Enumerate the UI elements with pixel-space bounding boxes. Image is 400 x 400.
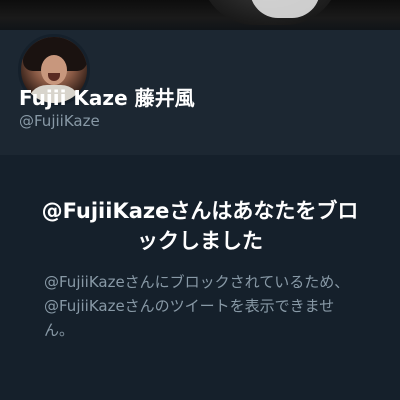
user-handle: @FujiiKaze bbox=[19, 112, 100, 130]
display-name: Fujii Kaze 藤井風 bbox=[19, 86, 195, 110]
profile-screen: Fujii Kaze 藤井風 @FujiiKaze @FujiiKazeさんはあ… bbox=[0, 0, 400, 400]
profile-header: Fujii Kaze 藤井風 @FujiiKaze bbox=[0, 30, 400, 155]
blocked-title: @FujiiKazeさんはあなたをブロックしました bbox=[41, 199, 359, 253]
blocked-description: @FujiiKazeさんにブロックされているため、@FujiiKazeさんのツイ… bbox=[44, 273, 350, 339]
blocked-notice: @FujiiKazeさんはあなたをブロックしました @FujiiKazeさんにブ… bbox=[0, 196, 400, 342]
header-banner-image[interactable] bbox=[0, 0, 400, 30]
